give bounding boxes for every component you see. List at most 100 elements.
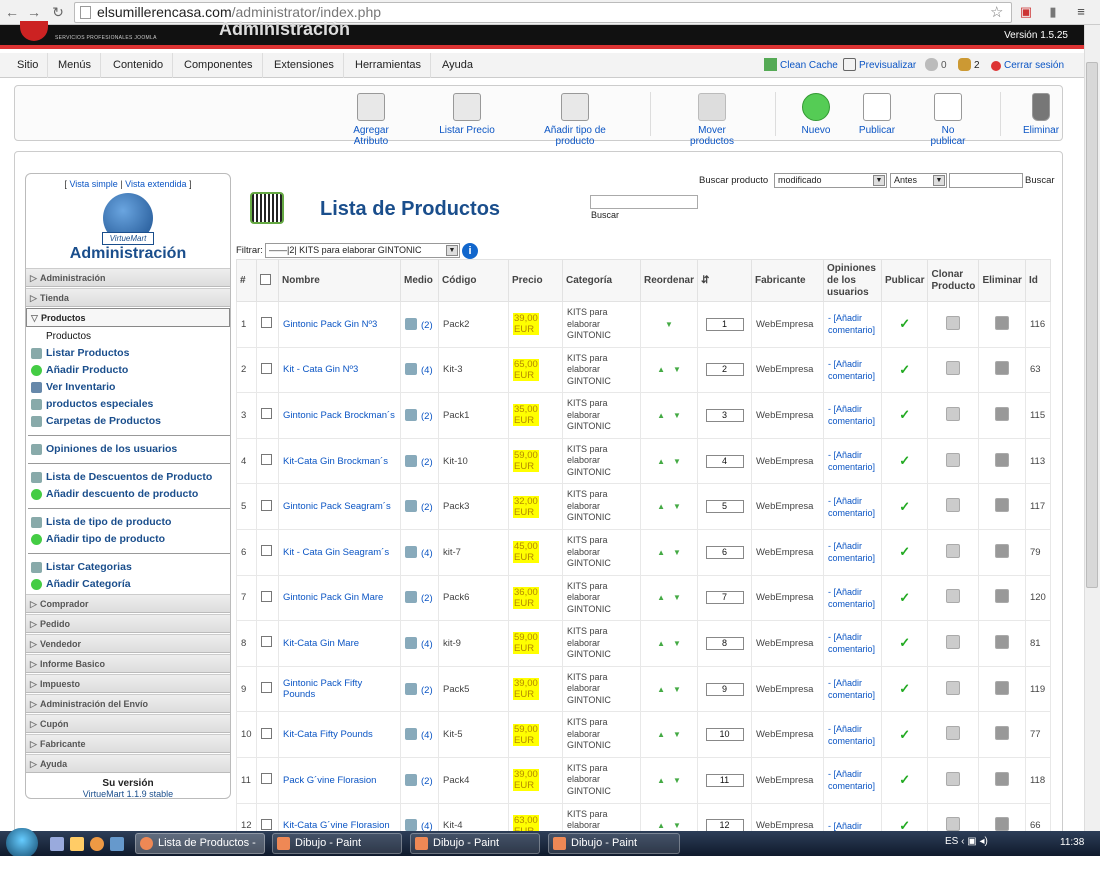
- row-checkbox[interactable]: [261, 317, 272, 329]
- sidebar-item-productos-especiales[interactable]: productos especiales: [26, 396, 230, 413]
- price-cell[interactable]: 65,00 EUR: [508, 346, 563, 394]
- forward-arrow-icon[interactable]: →: [26, 4, 42, 20]
- sidebar-item-lista-descuentos[interactable]: Lista de Descuentos de Producto: [26, 469, 230, 486]
- move-products-button[interactable]: Mover productos: [675, 93, 749, 147]
- col-price[interactable]: Precio: [508, 259, 563, 302]
- media-cell[interactable]: (4): [400, 528, 439, 576]
- product-name-link[interactable]: Gintonic Pack Fifty Pounds: [278, 665, 401, 713]
- row-checkbox[interactable]: [261, 454, 272, 466]
- price-cell[interactable]: 35,00 EUR: [508, 392, 563, 439]
- product-name-link[interactable]: Gintonic Pack Gin Mare: [278, 574, 401, 622]
- add-review-link[interactable]: - [Añadir comentario]: [823, 711, 883, 758]
- task-paint-1[interactable]: Dibujo - Paint: [272, 833, 402, 854]
- move-up-icon[interactable]: ▲: [657, 639, 665, 648]
- add-review-link[interactable]: - [Añadir comentario]: [823, 437, 883, 485]
- list-price-button[interactable]: Listar Precio: [438, 93, 496, 136]
- row-checkbox[interactable]: [261, 590, 272, 602]
- delete-button[interactable]: Eliminar: [1021, 93, 1061, 136]
- clone-icon[interactable]: [946, 543, 961, 558]
- clone-icon[interactable]: [946, 452, 961, 467]
- trash-icon[interactable]: [995, 726, 1010, 741]
- filter-field-select[interactable]: modificado ▼: [774, 173, 887, 188]
- product-name-link[interactable]: Gintonic Pack Brockman´s: [278, 392, 401, 439]
- sidebar-item-ver-inventario[interactable]: Ver Inventario: [26, 379, 230, 396]
- price-cell[interactable]: 39,00 EUR: [508, 756, 563, 804]
- trash-icon[interactable]: [995, 817, 1010, 832]
- menu-sitio[interactable]: Sitio: [8, 53, 49, 78]
- published-check-icon[interactable]: ✓: [899, 590, 910, 605]
- chrome-icon[interactable]: [90, 837, 104, 851]
- menu-contenido[interactable]: Contenido: [104, 53, 174, 78]
- product-name-link[interactable]: Gintonic Pack Seagram´s: [278, 483, 401, 530]
- logout-link[interactable]: Cerrar sesión: [991, 53, 1064, 78]
- section-pedido[interactable]: ▷ Pedido: [26, 614, 230, 633]
- buscar-button[interactable]: Buscar: [1025, 175, 1055, 186]
- move-down-icon[interactable]: ▼: [673, 548, 681, 557]
- published-check-icon[interactable]: ✓: [899, 499, 910, 514]
- col-name[interactable]: Nombre: [278, 259, 401, 302]
- media-cell[interactable]: (4): [400, 346, 439, 394]
- product-name-link[interactable]: Pack G´vine Florasion: [278, 756, 401, 804]
- row-checkbox[interactable]: [261, 545, 272, 557]
- trash-icon[interactable]: [995, 498, 1010, 513]
- preview-link[interactable]: Previsualizar: [843, 53, 916, 78]
- clone-icon[interactable]: [946, 361, 961, 376]
- network-icon[interactable]: ▣: [967, 836, 976, 847]
- sidebar-item-anadir-descuento[interactable]: Añadir descuento de producto: [26, 486, 230, 503]
- col-order[interactable]: ⇵: [697, 259, 753, 302]
- move-up-icon[interactable]: ▲: [657, 548, 665, 557]
- sidebar-item-anadir-tipo[interactable]: Añadir tipo de producto: [26, 531, 230, 548]
- move-down-icon[interactable]: ▼: [673, 821, 681, 830]
- published-check-icon[interactable]: ✓: [899, 453, 910, 468]
- move-up-icon[interactable]: ▲: [657, 411, 665, 420]
- clone-icon[interactable]: [946, 498, 961, 513]
- menu-icon[interactable]: ≡: [1073, 4, 1089, 20]
- show-desktop-icon[interactable]: [50, 837, 64, 851]
- clone-icon[interactable]: [946, 680, 961, 695]
- clone-icon[interactable]: [946, 817, 961, 832]
- sidebar-item-anadir-producto[interactable]: Añadir Producto: [26, 362, 230, 379]
- move-down-icon[interactable]: ▼: [673, 776, 681, 785]
- col-code[interactable]: Código: [438, 259, 509, 302]
- price-cell[interactable]: 59,00 EUR: [508, 711, 563, 758]
- move-down-icon[interactable]: ▼: [673, 502, 681, 511]
- price-cell[interactable]: 39,00 EUR: [508, 301, 563, 348]
- language-indicator[interactable]: ES: [945, 836, 958, 847]
- price-cell[interactable]: 32,00 EUR: [508, 483, 563, 530]
- add-review-link[interactable]: - [Añadir comentario]: [823, 574, 883, 622]
- product-name-link[interactable]: Kit - Cata Gin Seagram´s: [278, 528, 401, 576]
- order-input[interactable]: 8: [705, 636, 744, 650]
- add-review-link[interactable]: - [Añadir comentario]: [823, 392, 883, 439]
- menu-menus[interactable]: Menús: [49, 53, 102, 78]
- trash-icon[interactable]: [995, 589, 1010, 604]
- move-up-icon[interactable]: ▲: [657, 593, 665, 602]
- row-checkbox[interactable]: [261, 499, 272, 511]
- media-cell[interactable]: (2): [400, 574, 439, 622]
- users-counter[interactable]: 2: [958, 53, 980, 78]
- order-input[interactable]: 10: [705, 728, 744, 742]
- task-paint-3[interactable]: Dibujo - Paint: [548, 833, 680, 854]
- published-check-icon[interactable]: ✓: [899, 362, 910, 377]
- back-arrow-icon[interactable]: ←: [4, 4, 20, 20]
- signal-icon[interactable]: ▮: [1045, 4, 1061, 20]
- trash-icon[interactable]: [995, 634, 1010, 649]
- row-checkbox[interactable]: [261, 682, 272, 694]
- published-check-icon[interactable]: ✓: [899, 681, 910, 696]
- move-down-icon[interactable]: ▼: [673, 593, 681, 602]
- media-cell[interactable]: (2): [400, 301, 439, 348]
- add-product-type-button[interactable]: Añadir tipo de producto: [525, 93, 625, 147]
- row-checkbox[interactable]: [261, 773, 272, 785]
- order-input[interactable]: 1: [705, 317, 744, 331]
- help-icon[interactable]: i: [462, 243, 478, 259]
- move-up-icon[interactable]: ▲: [657, 821, 665, 830]
- price-cell[interactable]: 39,00 EUR: [508, 665, 563, 713]
- move-down-icon[interactable]: ▼: [673, 411, 681, 420]
- task-paint-2[interactable]: Dibujo - Paint: [410, 833, 540, 854]
- order-input[interactable]: 9: [705, 682, 744, 696]
- product-name-link[interactable]: Kit-Cata Gin Mare: [278, 620, 401, 667]
- extension-icon[interactable]: ▣: [1018, 4, 1034, 20]
- section-impuesto[interactable]: ▷ Impuesto: [26, 674, 230, 693]
- section-tienda[interactable]: ▷ Tienda: [26, 288, 230, 307]
- product-name-link[interactable]: Kit - Cata Gin Nº3: [278, 346, 401, 394]
- order-input[interactable]: 7: [705, 591, 744, 605]
